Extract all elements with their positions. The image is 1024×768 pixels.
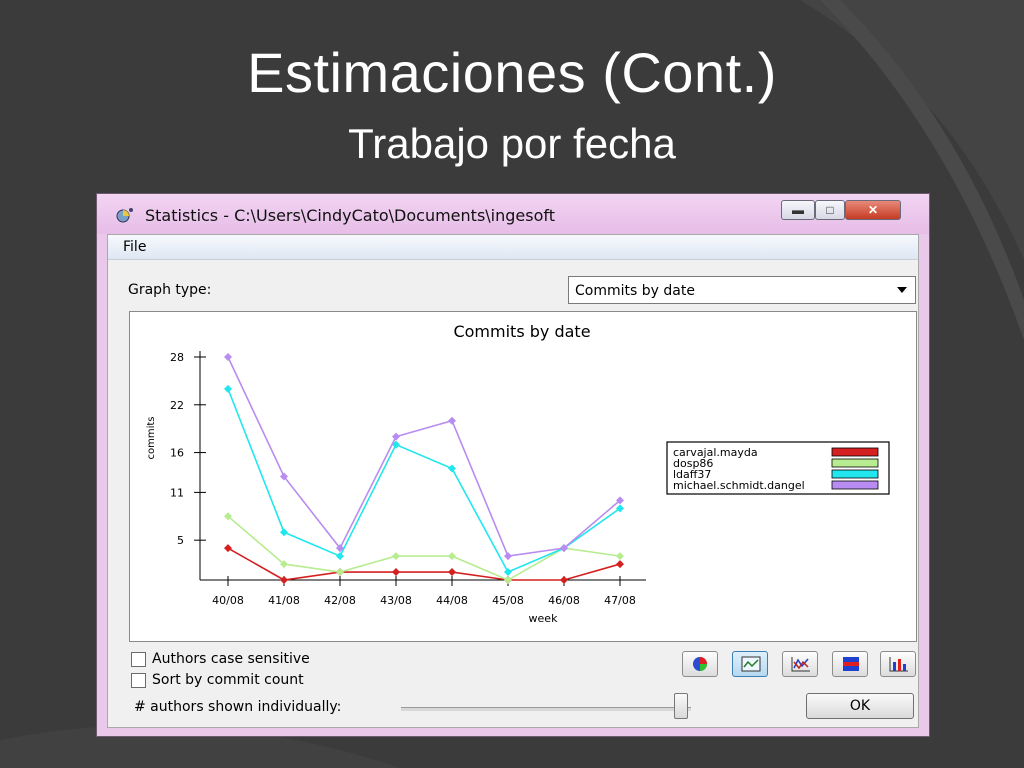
data-point xyxy=(392,432,400,441)
graph-type-select[interactable]: Commits by date xyxy=(568,276,916,304)
sort-by-commit-count-label: Sort by commit count xyxy=(152,672,304,688)
data-point xyxy=(560,576,568,584)
data-point xyxy=(336,552,344,561)
minimize-button[interactable]: ▬ xyxy=(781,200,815,220)
x-axis-label: week xyxy=(529,612,559,625)
graph-type-label: Graph type: xyxy=(128,282,212,298)
line-chart-button[interactable] xyxy=(732,651,768,677)
statistics-app-icon xyxy=(116,208,133,223)
stacked-line-button[interactable] xyxy=(782,651,818,677)
data-point xyxy=(392,552,400,561)
x-tick-label: 47/08 xyxy=(604,594,636,607)
menubar: File xyxy=(108,235,918,260)
data-point xyxy=(448,416,456,425)
close-button[interactable]: ✕ xyxy=(845,200,901,220)
data-point xyxy=(504,568,512,577)
window-client-area: File Graph type: Commits by date Commits… xyxy=(107,234,919,728)
x-tick-label: 40/08 xyxy=(212,594,244,607)
maximize-button[interactable]: □ xyxy=(815,200,845,220)
authors-shown-label: # authors shown individually: xyxy=(134,699,342,715)
legend-label: michael.schmidt.dangel xyxy=(673,479,805,492)
slide-title: Estimaciones (Cont.) xyxy=(247,41,777,104)
data-point xyxy=(336,568,344,577)
bar-chart-icon xyxy=(889,657,908,672)
data-point xyxy=(448,568,456,577)
minimize-icon: ▬ xyxy=(792,203,804,217)
slide-subtitle: Trabajo por fecha xyxy=(348,120,676,167)
x-tick-label: 45/08 xyxy=(492,594,524,607)
pie-chart-icon xyxy=(693,657,707,671)
maximize-icon: □ xyxy=(826,203,834,217)
data-point xyxy=(616,560,624,569)
authors-case-sensitive-checkbox[interactable] xyxy=(131,652,146,667)
y-tick-label: 5 xyxy=(177,534,184,547)
data-point xyxy=(448,552,456,561)
stacked-bar-button[interactable] xyxy=(832,651,868,677)
window-title: Statistics - C:\Users\CindyCato\Document… xyxy=(145,206,555,225)
commits-chart: Commits by date 5 11 16 22 28 40/08 41/08 42/08 4… xyxy=(146,322,890,625)
data-point xyxy=(504,576,512,584)
legend-swatch xyxy=(831,447,879,457)
y-tick-label: 11 xyxy=(170,486,184,499)
legend-swatch xyxy=(831,469,879,479)
authors-shown-slider-thumb[interactable] xyxy=(674,693,688,719)
data-point xyxy=(448,464,456,473)
bar-chart-button[interactable] xyxy=(880,651,916,677)
data-point xyxy=(280,528,288,537)
data-point xyxy=(224,353,232,361)
x-tick-label: 42/08 xyxy=(324,594,356,607)
x-tick-label: 43/08 xyxy=(380,594,412,607)
graph-type-selected: Commits by date xyxy=(575,283,695,299)
menu-file[interactable]: File xyxy=(123,239,146,255)
line-chart-icon xyxy=(741,656,761,672)
legend-swatch xyxy=(831,480,879,490)
y-axis-label: commits xyxy=(146,416,157,459)
y-tick-label: 16 xyxy=(170,447,184,460)
x-tick-label: 41/08 xyxy=(268,594,300,607)
authors-case-sensitive-label: Authors case sensitive xyxy=(152,651,310,667)
x-tick-label: 44/08 xyxy=(436,594,468,607)
stacked-line-icon xyxy=(791,657,810,672)
data-point xyxy=(616,552,624,561)
stacked-bar-icon xyxy=(843,657,859,671)
x-tick-label: 46/08 xyxy=(548,594,580,607)
data-point xyxy=(224,544,232,553)
chevron-down-icon xyxy=(897,287,907,293)
statistics-window: Statistics - C:\Users\CindyCato\Document… xyxy=(96,193,930,737)
authors-shown-slider-track[interactable] xyxy=(401,707,691,711)
y-tick-label: 28 xyxy=(170,351,184,364)
data-point xyxy=(280,576,288,584)
window-titlebar[interactable]: Statistics - C:\Users\CindyCato\Document… xyxy=(97,194,929,234)
pie-chart-button[interactable] xyxy=(682,651,718,677)
data-point xyxy=(224,384,232,393)
sort-by-commit-count-checkbox[interactable] xyxy=(131,673,146,688)
chart-title: Commits by date xyxy=(453,322,590,341)
ok-button[interactable]: OK xyxy=(806,693,914,719)
legend-swatch xyxy=(831,458,879,468)
chart-panel: Commits by date 5 11 16 22 28 40/08 41/08 42/08 4… xyxy=(129,311,917,642)
data-point xyxy=(504,552,512,561)
close-icon: ✕ xyxy=(867,203,879,217)
data-point xyxy=(392,568,400,577)
y-tick-label: 22 xyxy=(170,399,184,412)
